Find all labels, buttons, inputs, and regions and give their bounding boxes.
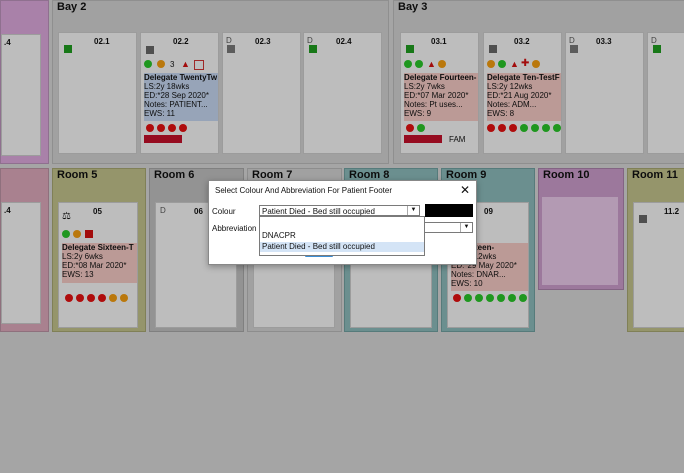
chevron-down-icon[interactable]: ▼ [407, 206, 419, 215]
dropdown-option-selected[interactable]: Patient Died - Bed still occupied [260, 242, 424, 252]
dialog-title: Select Colour And Abbreviation For Patie… [215, 186, 392, 195]
colour-label: Colour [212, 207, 236, 216]
abbreviation-select[interactable]: ▼ [423, 222, 473, 233]
colour-select-value: Patient Died - Bed still occupied [262, 207, 375, 216]
chevron-down-icon[interactable]: ▼ [460, 223, 472, 232]
abbreviation-label: Abbreviation [212, 224, 257, 233]
colour-select[interactable]: Patient Died - Bed still occupied ▼ [259, 205, 420, 216]
close-icon[interactable]: ✕ [460, 183, 470, 197]
dropdown-option[interactable]: DNACPR [260, 231, 424, 241]
colour-swatch [425, 204, 473, 217]
colour-dropdown-list: DNACPR Patient Died - Bed still occupied [259, 216, 425, 256]
